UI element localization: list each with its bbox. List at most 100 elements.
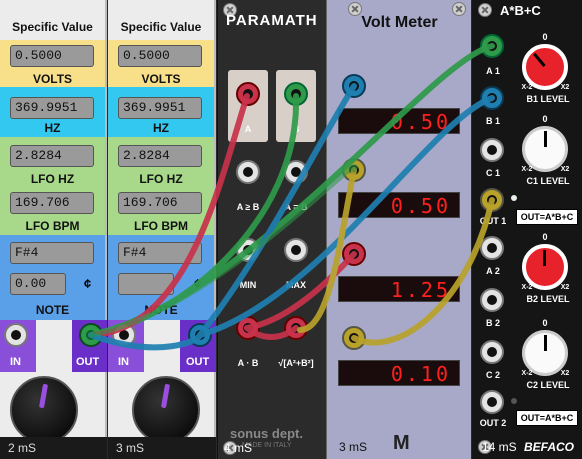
note-field[interactable]: F#4 — [10, 242, 94, 264]
a1-jack[interactable] — [480, 34, 504, 58]
a2-label: A 2 — [486, 266, 500, 276]
hz-field[interactable]: 369.9951 — [118, 97, 202, 119]
note-field[interactable]: F#4 — [118, 242, 202, 264]
hypot-label: √[A²+B²] — [278, 358, 314, 368]
out-jack[interactable] — [188, 323, 212, 347]
a-label: A — [244, 124, 252, 134]
a-ge-b-label: A ≥ B — [236, 202, 260, 212]
voltage-display-4: 0.10 — [338, 360, 460, 386]
meter-input-jack-4[interactable] — [342, 326, 366, 350]
b1-jack[interactable] — [480, 86, 504, 110]
min-label: MIN — [239, 280, 257, 290]
knob-pointer — [533, 52, 546, 67]
module-title: Specific Value — [12, 20, 93, 34]
module-title: A*B+C — [500, 3, 541, 18]
cpu-meter: 3 mS — [339, 440, 368, 454]
in-label: IN — [10, 356, 21, 368]
volts-field[interactable]: 0.5000 — [10, 45, 94, 67]
c1-label: C 1 — [485, 168, 500, 178]
module-title: Specific Value — [120, 20, 202, 34]
value-knob[interactable] — [10, 376, 78, 444]
lfo-hz-field[interactable]: 2.8284 — [10, 145, 94, 167]
out2-jack[interactable] — [480, 390, 504, 414]
b1-knob-max: X2 — [560, 84, 570, 91]
lfo-bpm-field[interactable]: 169.706 — [118, 192, 202, 214]
b2-knob-max: X2 — [560, 284, 570, 291]
meter-input-jack-1[interactable] — [342, 74, 366, 98]
lfo-hz-label: LFO HZ — [30, 172, 75, 186]
a-eq-b-label: A = B — [284, 202, 308, 212]
in-jack[interactable] — [112, 323, 136, 347]
out1-led — [511, 195, 517, 201]
volts-field[interactable]: 0.5000 — [118, 45, 202, 67]
meter-input-jack-3[interactable] — [342, 242, 366, 266]
lfo-hz-field[interactable]: 2.8284 — [118, 145, 202, 167]
module-title: PARAMATH — [226, 12, 318, 29]
module-title: Volt Meter — [361, 14, 438, 31]
cpu-meter: 3 mS — [108, 437, 216, 459]
out1-label: OUT 1 — [479, 216, 507, 226]
b1-level-label: B1 LEVEL — [526, 94, 570, 104]
b-label: B — [292, 124, 300, 134]
out-jack[interactable] — [79, 323, 103, 347]
abc-module: A*B+C A 1 B 1 C 1 OUT 1 OUT=A*B+C A 2 B … — [472, 0, 582, 459]
meter-input-jack-2[interactable] — [342, 158, 366, 182]
b2-label: B 2 — [485, 318, 500, 328]
knob-pointer — [38, 383, 49, 409]
cpu-meter: 14 mS — [482, 440, 517, 454]
min-jack[interactable] — [236, 238, 260, 262]
meter-logo: M — [393, 432, 410, 454]
lfo-hz-label: LFO HZ — [139, 172, 183, 186]
c2-jack[interactable] — [480, 340, 504, 364]
b2-level-label: B2 LEVEL — [526, 294, 570, 304]
cents-field[interactable] — [118, 273, 174, 295]
screw-icon — [478, 3, 492, 17]
a-ge-b-jack[interactable] — [236, 160, 260, 184]
max-jack[interactable] — [284, 238, 308, 262]
a2-jack[interactable] — [480, 236, 504, 260]
b1-knob-zero: 0 — [542, 32, 548, 42]
cents-field[interactable]: 0.00 — [10, 273, 66, 295]
value-knob[interactable] — [132, 376, 200, 444]
in-label: IN — [118, 356, 129, 368]
out1-formula: OUT=A*B+C — [516, 209, 578, 225]
voltage-display-1: 0.50 — [338, 108, 460, 134]
a-times-b-jack[interactable] — [236, 316, 260, 340]
lfo-bpm-field[interactable]: 169.706 — [10, 192, 94, 214]
cents-symbol: ¢ — [84, 276, 92, 291]
c1-level-label: C1 LEVEL — [526, 176, 570, 186]
note-label: NOTE — [35, 303, 70, 317]
lfo-bpm-label: LFO BPM — [134, 219, 188, 233]
cpu-meter: 2 mS — [0, 437, 107, 459]
a-eq-b-jack[interactable] — [284, 160, 308, 184]
b2-jack[interactable] — [480, 288, 504, 312]
b-input-jack[interactable] — [284, 82, 308, 106]
hz-label: HZ — [153, 121, 169, 135]
c2-level-label: C2 LEVEL — [526, 380, 570, 390]
cpu-meter: 4 mS — [224, 441, 253, 455]
in-jack[interactable] — [4, 323, 28, 347]
c2-knob-zero: 0 — [542, 318, 548, 328]
lfo-bpm-label: LFO BPM — [25, 219, 80, 233]
c1-jack[interactable] — [480, 138, 504, 162]
a-input-jack[interactable] — [236, 82, 260, 106]
hypot-jack[interactable] — [284, 316, 308, 340]
a1-label: A 1 — [486, 66, 500, 76]
hz-field[interactable]: 369.9951 — [10, 97, 94, 119]
b1-knob-min: X-2 — [521, 84, 533, 91]
out2-led — [511, 398, 517, 404]
note-label: NOTE — [144, 303, 178, 317]
out-label: OUT — [76, 356, 100, 368]
out1-jack[interactable] — [480, 188, 504, 212]
hz-label: HZ — [44, 121, 61, 135]
paramath-module: PARAMATH A B A ≥ B A = B MIN MAX A · B √… — [217, 0, 325, 459]
specific-value-module-1: Specific Value 0.5000 VOLTS 369.9951 HZ … — [0, 0, 107, 459]
c1-knob-min: X-2 — [521, 166, 533, 173]
c2-knob-min: X-2 — [521, 370, 533, 377]
b2-knob-min: X-2 — [521, 284, 533, 291]
brand-logo: BEFACO — [524, 440, 575, 454]
knob-pointer — [544, 131, 547, 147]
max-label: MAX — [286, 280, 306, 290]
c2-label: C 2 — [485, 370, 500, 380]
c1-knob-zero: 0 — [542, 114, 548, 124]
